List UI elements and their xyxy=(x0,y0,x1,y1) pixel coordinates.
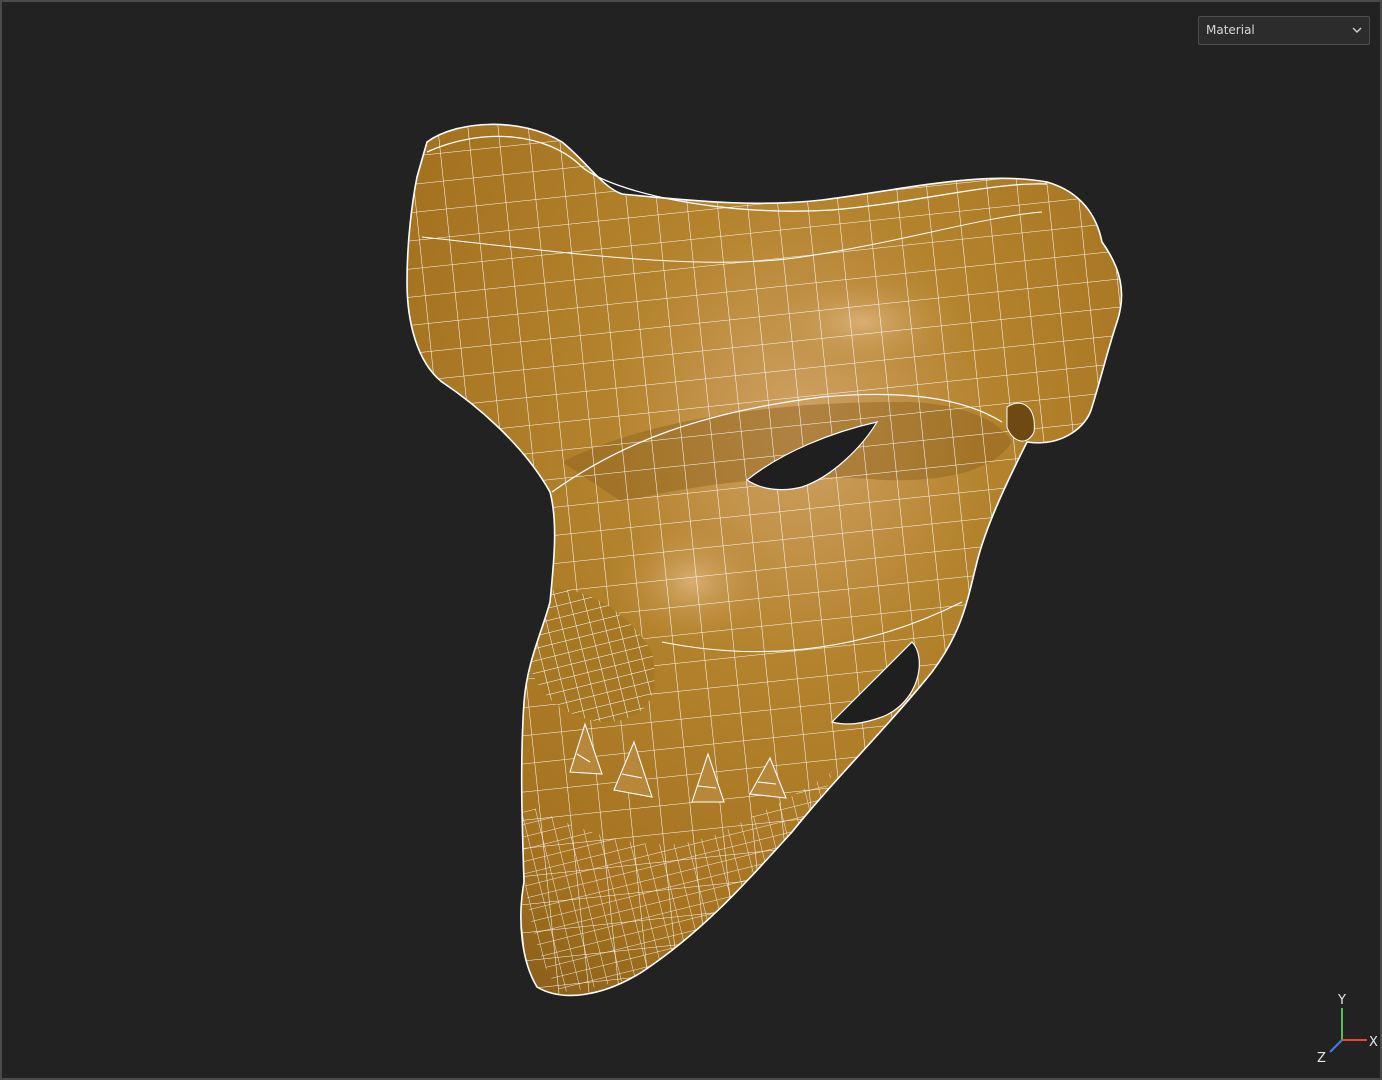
3d-viewport[interactable]: Material Y X Z xyxy=(2,2,1380,1078)
y-axis-label: Y xyxy=(1337,993,1346,1008)
shading-mode-dropdown[interactable]: Material xyxy=(1198,16,1370,45)
chevron-down-icon xyxy=(1352,27,1362,33)
z-axis-line xyxy=(1329,1039,1343,1053)
mask-body xyxy=(406,123,1123,997)
mask-mesh-model[interactable] xyxy=(2,2,1380,1078)
x-axis-label: X xyxy=(1369,1035,1378,1050)
z-axis-label: Z xyxy=(1317,1051,1326,1066)
shading-mode-value: Material xyxy=(1206,23,1255,37)
axis-gizmo[interactable]: Y X Z xyxy=(1312,988,1382,1068)
